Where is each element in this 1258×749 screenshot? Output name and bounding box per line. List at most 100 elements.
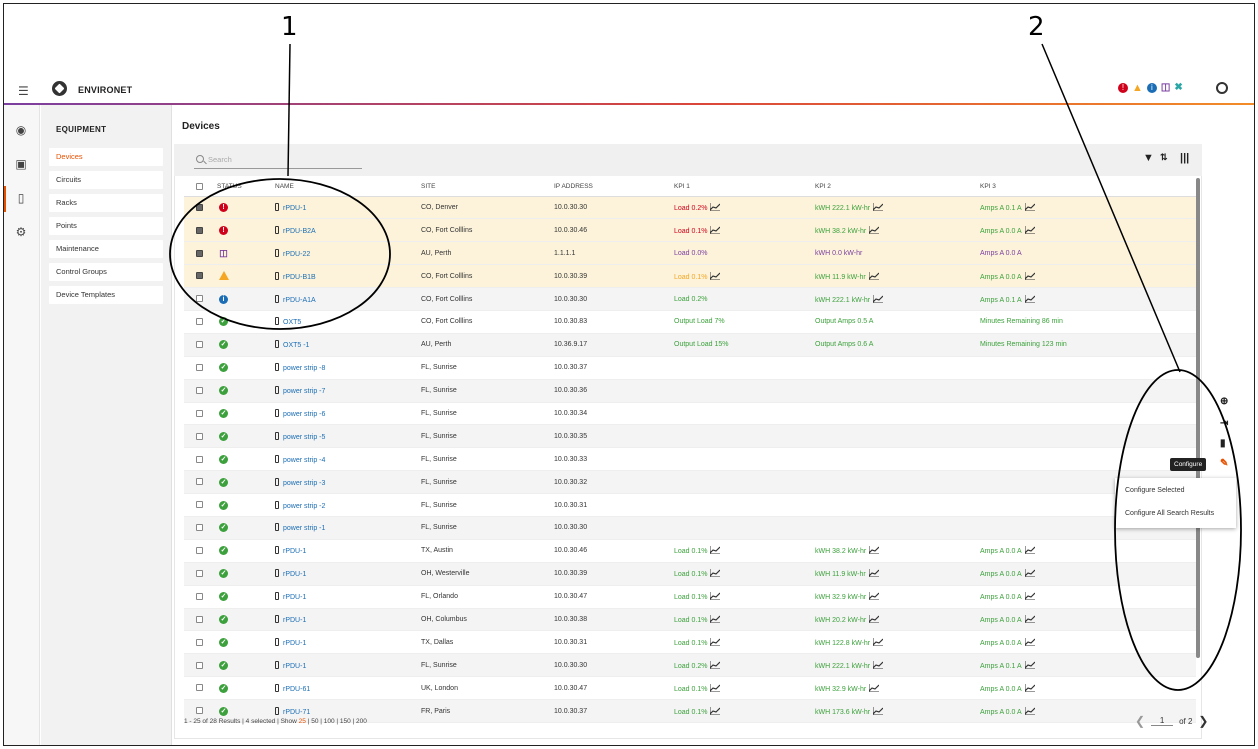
device-name-link[interactable]: power strip -7 — [283, 388, 325, 395]
device-name-link[interactable]: rPDU-61 — [283, 686, 310, 693]
info-alarm-icon[interactable]: i — [1146, 82, 1157, 93]
nav-item-circuits[interactable]: Circuits — [49, 171, 163, 189]
dashboard-icon[interactable]: ▣ — [14, 157, 28, 171]
hamburger-menu-icon[interactable]: ☰ — [18, 84, 29, 98]
table-row[interactable]: ✓ rPDU-61 UK, London 10.0.30.47 Load 0.1% kWH… — [184, 676, 1196, 701]
row-checkbox[interactable] — [196, 341, 203, 349]
device-name-link[interactable]: rPDU-1 — [283, 548, 306, 555]
row-checkbox[interactable] — [196, 432, 203, 440]
row-checkbox[interactable] — [196, 364, 203, 371]
table-row[interactable]: ◫ rPDU-22 AU, Perth 1.1.1.1 Load 0.0% kWH 0.0… — [184, 241, 1196, 266]
columns-icon[interactable]: ||| — [1180, 152, 1189, 164]
row-checkbox[interactable] — [196, 272, 203, 280]
device-name-link[interactable]: rPDU-1 — [283, 594, 306, 601]
comm-loss-icon[interactable]: ◫ — [1161, 81, 1170, 94]
page-size-current[interactable]: 25 — [299, 718, 306, 725]
table-row[interactable]: ✓ rPDU-1 OH, Columbus 10.0.30.38 Load 0.1% kW… — [184, 608, 1196, 632]
table-row[interactable]: ✓ power strip -5 FL, Sunrise 10.0.30.35 — [184, 424, 1196, 449]
row-checkbox[interactable] — [196, 592, 203, 600]
device-name-link[interactable]: power strip -3 — [283, 480, 325, 487]
device-name-link[interactable]: power strip -2 — [283, 503, 325, 510]
column-header[interactable]: KPI 2 — [815, 178, 980, 197]
user-account-icon[interactable] — [1216, 82, 1228, 94]
search-input[interactable]: Search — [194, 153, 362, 169]
column-header[interactable]: KPI 1 — [674, 178, 815, 197]
device-name-link[interactable]: rPDU-1 — [283, 663, 306, 670]
row-checkbox[interactable] — [196, 570, 203, 578]
gear-icon[interactable]: ⚙ — [14, 225, 28, 239]
row-checkbox[interactable] — [196, 638, 203, 646]
device-name-link[interactable]: rPDU-1 — [283, 571, 306, 578]
critical-alarm-icon[interactable]: ! — [1118, 82, 1128, 93]
table-row[interactable]: ✓ rPDU-1 FL, Sunrise 10.0.30.30 Load 0.2% kWH… — [184, 653, 1196, 678]
row-checkbox[interactable] — [196, 249, 203, 257]
row-checkbox[interactable] — [196, 547, 203, 555]
menu-item-configure-selected[interactable]: Configure Selected — [1125, 487, 1185, 494]
row-checkbox[interactable] — [196, 478, 203, 486]
table-row[interactable]: ✓ OXT5 -1 AU, Perth 10.36.9.17 Output Load 1… — [184, 333, 1196, 357]
device-name-link[interactable]: rPDU-71 — [283, 709, 310, 716]
row-checkbox[interactable] — [196, 318, 203, 326]
table-row[interactable]: ! rPDU-B2A CO, Fort Colllins 10.0.30.46 Load… — [184, 218, 1196, 243]
filter-icon[interactable]: ▼ — [1143, 152, 1154, 164]
row-checkbox[interactable] — [196, 386, 203, 394]
globe-icon[interactable]: ◉ — [14, 123, 28, 137]
table-row[interactable]: ✓ power strip -7 FL, Sunrise 10.0.30.36 — [184, 379, 1196, 403]
warning-alarm-icon[interactable]: ▲ — [1132, 82, 1143, 94]
trash-icon[interactable]: ▮ — [1220, 438, 1226, 449]
row-checkbox[interactable] — [196, 615, 203, 623]
row-checkbox[interactable] — [196, 501, 203, 509]
pencil-icon[interactable]: ✎ — [1220, 458, 1228, 469]
column-header[interactable]: KPI 3 — [980, 178, 1196, 197]
row-checkbox[interactable] — [196, 455, 203, 463]
table-row[interactable]: ✓ OXT5 CO, Fort Colllins 10.0.30.83 Output L… — [184, 310, 1196, 334]
table-row[interactable]: ✓ power strip -2 FL, Sunrise 10.0.30.31 — [184, 493, 1196, 517]
column-header[interactable]: SITE — [421, 178, 554, 197]
device-name-link[interactable]: rPDU-1 — [283, 640, 306, 647]
nav-item-racks[interactable]: Racks — [49, 194, 163, 212]
table-row[interactable]: ✓ rPDU-1 TX, Dallas 10.0.30.31 Load 0.1% kWH … — [184, 630, 1196, 655]
column-header[interactable]: IP ADDRESS — [554, 178, 674, 197]
nav-item-devices[interactable]: Devices — [49, 148, 163, 166]
device-name-link[interactable]: rPDU-22 — [283, 251, 310, 258]
device-name-link[interactable]: rPDU-B2A — [283, 228, 316, 235]
device-name-link[interactable]: OXT5 -1 — [283, 342, 309, 349]
row-checkbox[interactable] — [196, 295, 203, 303]
nav-item-points[interactable]: Points — [49, 217, 163, 235]
next-page-icon[interactable]: ❯ — [1198, 714, 1208, 728]
import-icon[interactable]: ⇥ — [1220, 418, 1228, 429]
table-row[interactable]: ✓ rPDU-1 OH, Westerville 10.0.30.39 Load 0.1… — [184, 562, 1196, 586]
add-icon[interactable]: ⊕ — [1220, 396, 1228, 407]
device-name-link[interactable]: OXT5 — [283, 319, 301, 326]
column-header[interactable]: NAME — [275, 178, 421, 197]
column-header[interactable]: STATUS — [217, 178, 275, 197]
maintenance-icon[interactable]: ✖ — [1174, 81, 1182, 94]
table-row[interactable]: ✓ rPDU-1 FL, Orlando 10.0.30.47 Load 0.1% kWH… — [184, 585, 1196, 609]
device-name-link[interactable]: power strip -4 — [283, 457, 325, 464]
table-row[interactable]: i rPDU-A1A CO, Fort Colllins 10.0.30.30 Load… — [184, 287, 1196, 311]
prev-page-icon[interactable]: ❮ — [1135, 714, 1145, 728]
table-row[interactable]: ✓ power strip -6 FL, Sunrise 10.0.30.34 — [184, 402, 1196, 426]
device-name-link[interactable]: rPDU-1 — [283, 617, 306, 624]
equipment-icon[interactable]: ▯ — [14, 191, 28, 205]
table-row[interactable]: ✓ power strip -8 FL, Sunrise 10.0.30.37 — [184, 356, 1196, 380]
device-name-link[interactable]: power strip -1 — [283, 525, 325, 532]
table-scrollbar[interactable] — [1196, 178, 1200, 658]
device-name-link[interactable]: rPDU-1 — [283, 205, 306, 212]
nav-item-maintenance[interactable]: Maintenance — [49, 240, 163, 258]
device-name-link[interactable]: rPDU-B1B — [283, 274, 316, 281]
row-checkbox[interactable] — [196, 524, 203, 532]
device-name-link[interactable]: power strip -5 — [283, 434, 325, 441]
row-checkbox[interactable] — [196, 661, 203, 669]
device-name-link[interactable]: rPDU-A1A — [283, 297, 316, 304]
device-name-link[interactable]: power strip -8 — [283, 365, 325, 372]
row-checkbox[interactable] — [196, 203, 203, 211]
nav-item-device-templates[interactable]: Device Templates — [49, 286, 163, 304]
menu-item-configure-all[interactable]: Configure All Search Results — [1125, 510, 1214, 517]
table-row[interactable]: ✓ power strip -1 FL, Sunrise 10.0.30.30 — [184, 516, 1196, 540]
select-all-checkbox[interactable] — [184, 178, 217, 197]
device-name-link[interactable]: power strip -6 — [283, 411, 325, 418]
row-checkbox[interactable] — [196, 707, 203, 715]
row-checkbox[interactable] — [196, 409, 203, 417]
table-row[interactable]: ✓ power strip -3 FL, Sunrise 10.0.30.32 — [184, 470, 1196, 495]
